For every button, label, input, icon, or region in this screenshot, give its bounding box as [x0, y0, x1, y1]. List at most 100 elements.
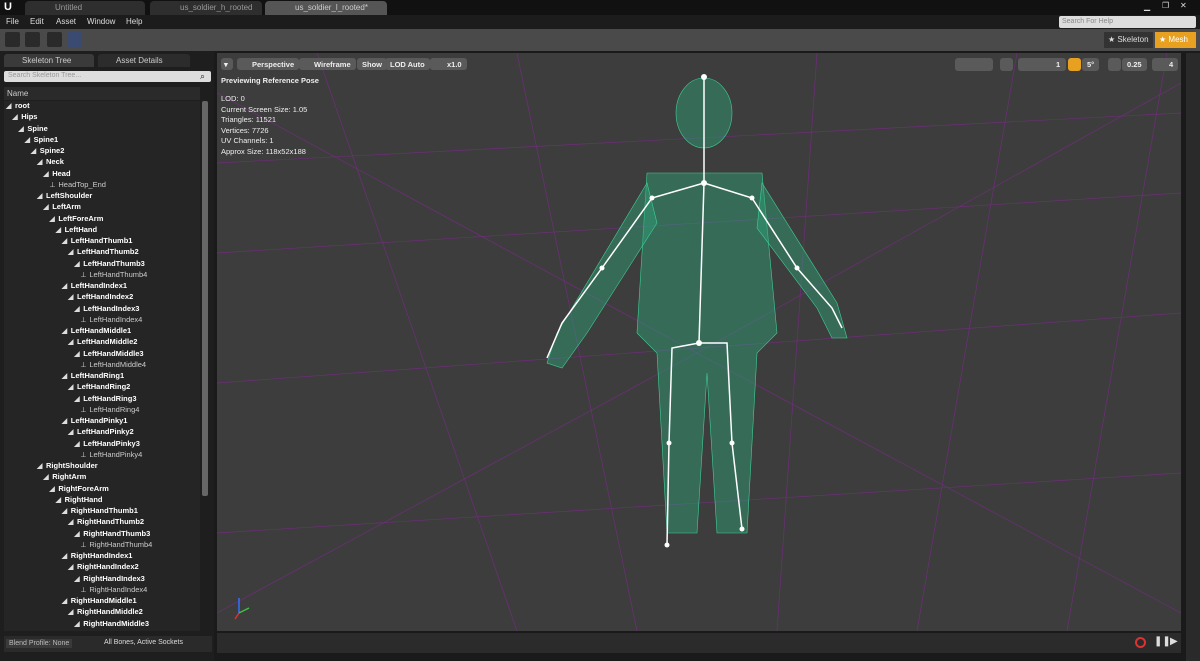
pause-button[interactable]: ❚❚	[1154, 636, 1171, 647]
bone-row[interactable]: ⊥ LeftHandIndex4	[80, 315, 142, 326]
expand-arrow-icon[interactable]: ◢	[6, 102, 13, 110]
expand-arrow-icon[interactable]: ◢	[74, 305, 81, 313]
expand-arrow-icon[interactable]: ◢	[62, 327, 69, 335]
bone-row[interactable]: ◢ LeftHandPinky2	[68, 427, 134, 438]
bone-row[interactable]: ◢ LeftHandMiddle1	[62, 326, 131, 337]
bone-row[interactable]: ◢ RightArm	[43, 472, 86, 483]
bones-filter-dropdown[interactable]: All Bones, Active Sockets	[104, 639, 183, 646]
bone-row[interactable]: ◢ Spine1	[25, 135, 59, 146]
bone-row[interactable]: ◢ Head	[43, 169, 70, 180]
expand-arrow-icon[interactable]: ◢	[62, 507, 69, 515]
expand-arrow-icon[interactable]: ◢	[37, 158, 44, 166]
expand-arrow-icon[interactable]: ◢	[68, 248, 75, 256]
bone-row[interactable]: ◢ RightHandIndex1	[62, 551, 133, 562]
expand-arrow-icon[interactable]: ◢	[37, 462, 44, 470]
bone-row[interactable]: ◢ RightHandMiddle3	[74, 619, 149, 630]
bone-row[interactable]: ◢ LeftHandThumb2	[68, 247, 139, 258]
tab-us-soldier-h[interactable]: us_soldier_h_rooted	[150, 1, 262, 15]
tree-scrollbar[interactable]	[202, 101, 208, 496]
expand-arrow-icon[interactable]: ◢	[12, 113, 19, 121]
tree-column-header[interactable]: Name	[4, 87, 200, 100]
expand-arrow-icon[interactable]: ◢	[62, 372, 69, 380]
expand-arrow-icon[interactable]: ◢	[43, 170, 50, 178]
bone-row[interactable]: ◢ RightHandMiddle1	[62, 596, 137, 607]
expand-arrow-icon[interactable]: ◢	[49, 215, 56, 223]
expand-arrow-icon[interactable]: ◢	[37, 192, 44, 200]
expand-arrow-icon[interactable]: ◢	[62, 237, 69, 245]
bone-row[interactable]: ◢ LeftHandIndex3	[74, 304, 139, 315]
transform-tools[interactable]	[955, 58, 993, 71]
expand-arrow-icon[interactable]: ◢	[68, 428, 75, 436]
expand-arrow-icon[interactable]: ◢	[74, 350, 81, 358]
bone-row[interactable]: ◢ LeftShoulder	[37, 191, 92, 202]
bone-row[interactable]: ◢ Spine	[18, 124, 47, 135]
menu-window[interactable]: Window	[87, 17, 115, 26]
expand-arrow-icon[interactable]: ◢	[74, 260, 81, 268]
show-button[interactable]: Show	[357, 58, 387, 70]
tab-asset-details[interactable]: Asset Details	[98, 54, 190, 67]
preview-viewport[interactable]: ▾ Perspective Wireframe Show LOD Auto x1…	[217, 53, 1181, 631]
bone-row[interactable]: ◢ LeftHandIndex1	[62, 281, 127, 292]
expand-arrow-icon[interactable]: ◢	[74, 620, 81, 628]
bone-row[interactable]: ◢ RightHandThumb2	[68, 517, 144, 528]
expand-arrow-icon[interactable]: ◢	[68, 563, 75, 571]
expand-arrow-icon[interactable]: ◢	[43, 473, 50, 481]
expand-arrow-icon[interactable]: ◢	[68, 293, 75, 301]
expand-arrow-icon[interactable]: ◢	[25, 136, 32, 144]
bone-row[interactable]: ◢ LeftHandRing1	[62, 371, 124, 382]
bone-row[interactable]: ◢ LeftHandThumb3	[74, 259, 145, 270]
bone-row[interactable]: ◢ LeftHandRing3	[74, 394, 136, 405]
bone-row[interactable]: ◢ RightHandMiddle2	[68, 607, 143, 618]
bone-row[interactable]: ◢ LeftHandPinky3	[74, 439, 140, 450]
expand-arrow-icon[interactable]: ◢	[62, 417, 69, 425]
bone-row[interactable]: ◢ LeftHandIndex2	[68, 292, 133, 303]
rotation-snap-value[interactable]: 5°	[1082, 58, 1100, 71]
find-in-browser-icon[interactable]	[25, 32, 40, 47]
minimize-button[interactable]: ▁	[1144, 2, 1150, 11]
scale-snap-value[interactable]: 0.25	[1122, 58, 1147, 71]
menu-help[interactable]: Help	[126, 17, 142, 26]
world-local-icon[interactable]	[1000, 58, 1013, 71]
playback-speed-button[interactable]: x1.0	[430, 58, 467, 70]
expand-arrow-icon[interactable]: ◢	[43, 203, 50, 211]
record-button[interactable]	[1135, 637, 1146, 648]
play-forward-button[interactable]: ▶	[1170, 636, 1178, 647]
bone-row[interactable]: ◢ RightHandThumb1	[62, 506, 138, 517]
bone-row[interactable]: ◢ RightHandThumb3	[74, 529, 150, 540]
maximize-button[interactable]: ❐	[1162, 1, 1169, 10]
expand-arrow-icon[interactable]: ◢	[68, 338, 75, 346]
bone-row[interactable]: ⊥ RightHandThumb4	[80, 540, 152, 551]
expand-arrow-icon[interactable]: ◢	[62, 282, 69, 290]
bone-row[interactable]: ◢ LeftHandRing2	[68, 382, 130, 393]
bone-row[interactable]: ◢ LeftHand	[56, 225, 98, 236]
camera-speed-button[interactable]: 4	[1152, 58, 1179, 71]
menu-edit[interactable]: Edit	[30, 17, 44, 26]
tab-untitled[interactable]: Untitled	[25, 1, 145, 15]
expand-arrow-icon[interactable]: ◢	[68, 608, 75, 616]
rotation-snap-icon[interactable]	[1068, 58, 1081, 71]
bone-row[interactable]: ◢ RightHandIndex2	[68, 562, 139, 573]
bone-row[interactable]: ◢ LeftHandThumb1	[62, 236, 133, 247]
bone-row[interactable]: ⊥ LeftHandThumb4	[80, 270, 147, 281]
expand-arrow-icon[interactable]: ◢	[18, 125, 25, 133]
expand-arrow-icon[interactable]: ◢	[56, 226, 63, 234]
bone-row[interactable]: ◢ RightForeArm	[49, 484, 108, 495]
menu-file[interactable]: File	[6, 17, 19, 26]
expand-arrow-icon[interactable]: ◢	[62, 597, 69, 605]
bone-row[interactable]: ◢ LeftArm	[43, 202, 81, 213]
bone-row[interactable]: ⊥ RightHandIndex4	[80, 585, 147, 596]
blend-profile-dropdown[interactable]: Blend Profile: None	[6, 639, 73, 648]
expand-arrow-icon[interactable]: ◢	[68, 383, 75, 391]
bone-row[interactable]: ⊥ HeadTop_End	[49, 180, 106, 191]
wireframe-button[interactable]: Wireframe	[299, 58, 356, 70]
bone-row[interactable]: ◢ RightHand	[56, 495, 103, 506]
expand-arrow-icon[interactable]: ◢	[74, 440, 81, 448]
bone-row[interactable]: ⊥ LeftHandRing4	[80, 405, 139, 416]
perspective-button[interactable]: Perspective	[237, 58, 300, 70]
skeleton-icon[interactable]	[67, 32, 82, 47]
menu-asset[interactable]: Asset	[56, 17, 76, 26]
bone-row[interactable]: ◢ LeftHandMiddle2	[68, 337, 137, 348]
mode-mesh[interactable]: ★ Mesh	[1155, 32, 1196, 48]
expand-arrow-icon[interactable]: ◢	[56, 496, 63, 504]
bone-row[interactable]: ◢ LeftForeArm	[49, 214, 103, 225]
